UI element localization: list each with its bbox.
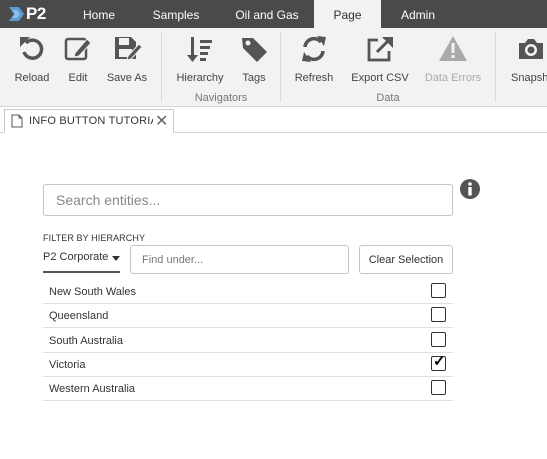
search-entities-input[interactable] <box>43 184 453 216</box>
refresh-icon <box>302 36 326 62</box>
hierarchy-dropdown[interactable]: P2 Corporate <box>43 249 120 273</box>
entity-name: South Australia <box>49 335 123 347</box>
entity-checkbox[interactable] <box>431 307 446 322</box>
top-nav-bar: P2 Home Samples Oil and Gas Page Admin <box>0 0 547 28</box>
tags-button[interactable]: Tags <box>236 28 272 90</box>
snapshot-label: Snapshot <box>511 72 547 84</box>
nav-tab-admin[interactable]: Admin <box>392 0 444 28</box>
tag-icon <box>242 38 267 62</box>
entity-row[interactable]: Victoria ✓ <box>43 353 453 377</box>
entity-row[interactable]: Western Australia <box>43 377 453 401</box>
nav-tab-label: Page <box>333 8 362 22</box>
nav-tab-label: Oil and Gas <box>235 8 299 22</box>
p2-logo-icon <box>9 7 24 21</box>
document-tab-title: INFO BUTTON TUTORIAL <box>29 115 153 127</box>
ribbon-toolbar: Reload Edit Save As Hierarchy Tags Navig… <box>0 28 547 107</box>
document-tab[interactable]: INFO BUTTON TUTORIAL ✕ <box>4 109 174 133</box>
entity-row[interactable]: Queensland <box>43 304 453 328</box>
edit-icon <box>64 37 92 61</box>
hierarchy-label: Hierarchy <box>176 72 224 84</box>
entity-checkbox[interactable] <box>431 380 446 395</box>
nav-tab-label: Home <box>82 8 115 22</box>
refresh-button[interactable]: Refresh <box>292 28 336 90</box>
find-under-input[interactable] <box>130 245 349 274</box>
nav-tab-page[interactable]: Page <box>314 0 381 28</box>
tags-label: Tags <box>242 72 266 84</box>
edit-button[interactable]: Edit <box>60 28 96 90</box>
nav-tab-label: Admin <box>400 8 435 22</box>
entity-name: Queensland <box>49 310 109 322</box>
page-icon <box>11 114 23 128</box>
close-icon[interactable]: ✕ <box>155 111 168 131</box>
checkmark-icon: ✓ <box>433 353 446 370</box>
export-csv-button[interactable]: Export CSV <box>350 28 410 90</box>
entity-row[interactable]: South Australia <box>43 329 453 353</box>
data-errors-button[interactable]: Data Errors <box>422 28 484 90</box>
nav-tab-oil-and-gas[interactable]: Oil and Gas <box>228 0 306 28</box>
document-tab-strip: INFO BUTTON TUTORIAL ✕ <box>0 107 547 133</box>
entity-name: Victoria <box>49 359 86 371</box>
info-icon[interactable] <box>459 178 481 200</box>
export-csv-label: Export CSV <box>351 72 409 84</box>
entity-row[interactable]: New South Wales <box>43 280 453 304</box>
entity-checkbox[interactable] <box>431 283 446 298</box>
logo-text: P2 <box>26 4 46 23</box>
warning-icon <box>439 36 467 61</box>
nav-tab-home[interactable]: Home <box>72 0 126 28</box>
data-group-label: Data <box>376 92 400 104</box>
nav-tab-label: Samples <box>152 8 200 22</box>
navigators-group-label: Navigators <box>194 92 248 104</box>
snapshot-button[interactable]: Snapshot <box>508 28 547 90</box>
entity-checkbox[interactable] <box>431 332 446 347</box>
app-logo[interactable]: P2 <box>8 3 52 25</box>
nav-tab-samples[interactable]: Samples <box>144 0 208 28</box>
entity-checkbox[interactable]: ✓ <box>431 353 446 371</box>
edit-label: Edit <box>68 72 88 84</box>
data-errors-label: Data Errors <box>424 72 482 84</box>
filter-by-hierarchy-label: FILTER BY HIERARCHY <box>43 233 146 243</box>
hierarchy-icon <box>187 37 212 62</box>
save-as-button[interactable]: Save As <box>104 28 150 90</box>
ribbon-group-divider <box>495 32 496 102</box>
reload-button[interactable]: Reload <box>10 28 54 90</box>
save-as-icon <box>115 37 142 61</box>
reload-icon <box>20 37 44 60</box>
refresh-label: Refresh <box>294 72 334 84</box>
caret-down-icon <box>112 256 120 261</box>
save-as-label: Save As <box>106 72 148 84</box>
hierarchy-selected-value: P2 Corporate <box>43 251 109 263</box>
clear-selection-button[interactable]: Clear Selection <box>359 245 453 274</box>
hierarchy-button[interactable]: Hierarchy <box>174 28 226 90</box>
export-icon <box>367 37 393 62</box>
reload-label: Reload <box>14 72 50 84</box>
entity-name: New South Wales <box>49 286 137 298</box>
entity-name: Western Australia <box>49 383 136 395</box>
camera-icon <box>519 39 543 59</box>
